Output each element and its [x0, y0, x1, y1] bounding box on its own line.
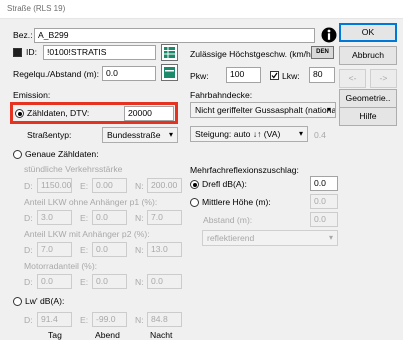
genaue-radio[interactable] — [13, 150, 22, 159]
chevron-down-icon: ▾ — [168, 130, 173, 139]
row2-n-input[interactable]: 7.0 — [147, 210, 182, 225]
strassentyp-label: Straßentyp: — [27, 130, 72, 140]
pkw-input[interactable]: 100 — [226, 67, 261, 83]
col-tag: Tag — [48, 330, 62, 340]
den-badge[interactable]: DEN — [311, 46, 334, 59]
row4-d-input[interactable]: 0.0 — [37, 274, 72, 289]
genaue-label: Genaue Zähldaten: — [25, 149, 99, 159]
row1-d-label: D: — [24, 181, 33, 191]
row3-d-label: D: — [24, 245, 33, 255]
row5-d-label: D: — [24, 315, 33, 325]
col-nacht: Nacht — [150, 330, 173, 340]
hoehe-label: Mittlere Höhe (m): — [202, 197, 271, 207]
lw-radio[interactable] — [13, 297, 22, 306]
zaehldaten-radio[interactable] — [15, 109, 24, 118]
chevron-down-icon: ▾ — [298, 129, 303, 138]
row2-d-input[interactable]: 3.0 — [37, 210, 72, 225]
drefl-input[interactable]: 0.0 — [310, 176, 338, 191]
id-label: ID: — [26, 47, 37, 57]
cancel-button[interactable]: Abbruch — [339, 46, 397, 65]
row1-n-input[interactable]: 200.00 — [147, 178, 182, 193]
row4-e-input[interactable]: 0.0 — [92, 274, 127, 289]
row1-d-input[interactable]: 1150.00 — [37, 178, 72, 193]
steigung-percent: 0.4 — [314, 130, 326, 140]
fahrbahn-value: Nicht geriffelter Gussasphalt (nationa — [195, 105, 336, 115]
drefl-label: Drefl dB(A): — [202, 179, 247, 189]
forward-button[interactable]: -> — [370, 69, 397, 88]
row1-e-input[interactable]: 0.00 — [92, 178, 127, 193]
steigung-select[interactable]: Steigung: auto ↓↑ (VA) ▾ — [190, 126, 308, 142]
strassentyp-select[interactable]: Bundesstraße ▾ — [102, 127, 178, 143]
ok-button[interactable]: OK — [339, 23, 397, 42]
row1-e-label: E: — [80, 181, 89, 191]
row5-e-label: E: — [80, 315, 89, 325]
row3-e-label: E: — [80, 245, 89, 255]
geometry-button[interactable]: Geometrie.. — [339, 89, 397, 108]
chevron-down-icon: ▾ — [328, 233, 333, 242]
pkw-label: Pkw: — [190, 71, 209, 81]
title-bar: Straße (RLS 19) — [0, 0, 403, 19]
fahrbahn-label: Fahrbahndecke: — [190, 90, 253, 100]
row3-d-input[interactable]: 7.0 — [37, 242, 72, 257]
bez-label: Bez.: — [13, 30, 33, 40]
lkw2-label: Anteil LKW mit Anhänger p2 (%): — [24, 229, 150, 239]
verkehrsstaerke-label: stündliche Verkehrsstärke — [24, 164, 123, 174]
steigung-value: Steigung: auto ↓↑ (VA) — [195, 129, 281, 139]
id-checkbox[interactable] — [13, 48, 22, 57]
row5-n-input[interactable]: 84.8 — [147, 312, 182, 327]
row3-e-input[interactable]: 0.0 — [92, 242, 127, 257]
window-title: Straße (RLS 19) — [7, 4, 66, 13]
row2-n-label: N: — [135, 213, 144, 223]
row2-e-label: E: — [80, 213, 89, 223]
id-input[interactable]: !0100!STRATIS — [43, 45, 156, 60]
row2-e-input[interactable]: 0.0 — [92, 210, 127, 225]
zaehldaten-label: Zähldaten, DTV: — [27, 108, 90, 118]
row4-d-label: D: — [24, 277, 33, 287]
lw-label: Lw' dB(A): — [25, 296, 65, 306]
hoehe-input[interactable]: 0.0 — [310, 194, 338, 209]
table-icon[interactable] — [161, 44, 178, 61]
lkw-label: Lkw: — [282, 71, 300, 81]
lkw-checkbox[interactable] — [270, 71, 279, 80]
row4-n-label: N: — [135, 277, 144, 287]
chevron-down-icon: ▾ — [326, 105, 331, 114]
row4-e-label: E: — [80, 277, 89, 287]
info-icon[interactable] — [321, 27, 337, 43]
strassentyp-value: Bundesstraße — [107, 130, 161, 140]
lkw1-label: Anteil LKW ohne Anhänger p1 (%): — [24, 197, 158, 207]
mehrfach-label: Mehrfachreflexionszuschlag: — [190, 165, 299, 175]
hoehe-radio[interactable] — [190, 198, 199, 207]
row5-n-label: N: — [135, 315, 144, 325]
bez-input[interactable]: A_B299 — [34, 28, 315, 43]
hoechst-label: Zulässige Höchstgeschw. (km/h): — [190, 49, 317, 59]
row3-n-input[interactable]: 13.0 — [147, 242, 182, 257]
regelqu-input[interactable]: 0.0 — [102, 66, 156, 81]
motorrad-label: Motorradanteil (%): — [24, 261, 98, 271]
row5-e-input[interactable]: -99.0 — [92, 312, 127, 327]
reflekt-select[interactable]: reflektierend ▾ — [202, 230, 338, 246]
back-button[interactable]: <- — [339, 69, 366, 88]
row1-n-label: N: — [135, 181, 144, 191]
abstand-input[interactable]: 0.0 — [310, 212, 338, 227]
abstand-label: Abstand (m): — [203, 215, 253, 225]
fahrbahn-select[interactable]: Nicht geriffelter Gussasphalt (nationa ▾ — [190, 102, 336, 118]
reflekt-value: reflektierend — [207, 233, 255, 243]
lkw-input[interactable]: 80 — [309, 67, 335, 83]
emission-label: Emission: — [13, 90, 51, 100]
col-abend: Abend — [95, 330, 120, 340]
zaehldaten-input[interactable]: 20000 — [124, 106, 174, 121]
row2-d-label: D: — [24, 213, 33, 223]
chart-icon[interactable] — [161, 64, 178, 81]
row5-d-input[interactable]: 91.4 — [37, 312, 72, 327]
help-button[interactable]: Hilfe — [339, 107, 397, 126]
row3-n-label: N: — [135, 245, 144, 255]
row4-n-input[interactable]: 0.0 — [147, 274, 182, 289]
drefl-radio[interactable] — [190, 180, 199, 189]
regelqu-label: Regelqu./Abstand (m): — [13, 69, 99, 79]
